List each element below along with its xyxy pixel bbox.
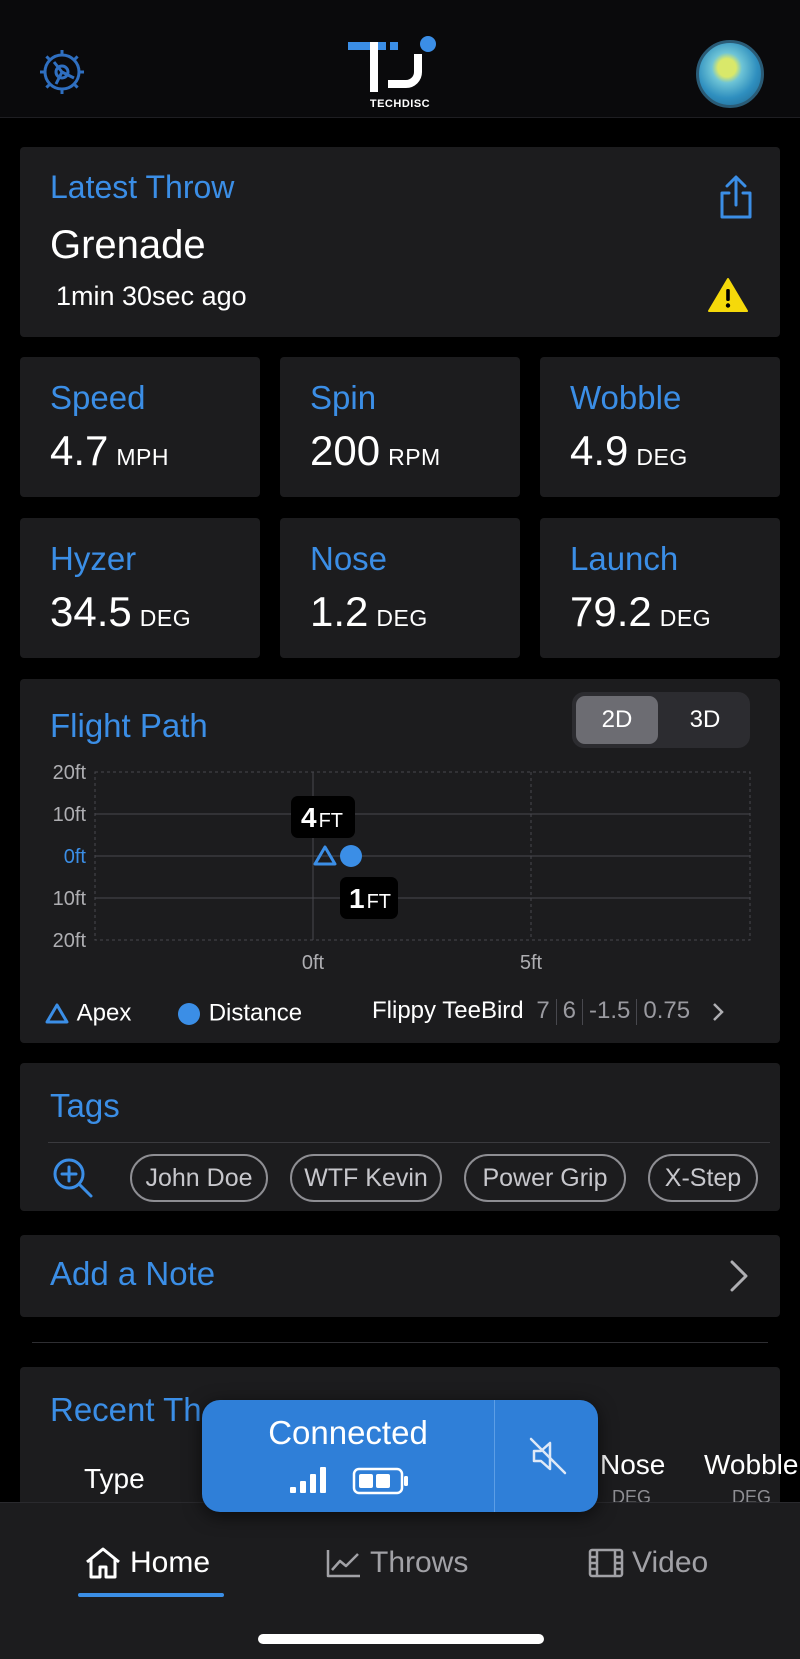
connection-status-pill[interactable]: Connected bbox=[202, 1400, 598, 1512]
metric-value: 1.2 DEG bbox=[310, 588, 428, 635]
column-nose: Nose bbox=[600, 1449, 666, 1480]
throw-time-ago: 1min 30sec ago bbox=[56, 281, 247, 311]
distance-unit: FT bbox=[367, 891, 391, 913]
plot-legend: Apex Distance bbox=[44, 999, 302, 1028]
metric-value: 200 RPM bbox=[310, 427, 441, 474]
disc-flight-numbers[interactable]: Flippy TeeBird 7 6 -1.5 0.75 bbox=[372, 997, 725, 1025]
legend-distance: Distance bbox=[208, 999, 303, 1027]
disc-name: Grenade bbox=[50, 223, 206, 267]
avatar[interactable] bbox=[696, 40, 764, 108]
techdisc-logo: TECHDISC bbox=[348, 36, 452, 112]
app-header: TECHDISC bbox=[0, 0, 800, 118]
legend-apex: Apex bbox=[76, 999, 132, 1027]
metric-wobble: Wobble 4.9 DEG bbox=[540, 357, 780, 497]
section-divider bbox=[32, 1342, 768, 1343]
distance-marker bbox=[340, 845, 362, 867]
metric-speed: Speed 4.7 MPH bbox=[20, 357, 260, 497]
tab-video-label: Video bbox=[632, 1546, 709, 1580]
distance-value: 1 bbox=[349, 883, 365, 914]
metric-value: 4.7 MPH bbox=[50, 427, 170, 474]
column-wobble: Wobble bbox=[704, 1449, 799, 1480]
tags-divider bbox=[48, 1142, 770, 1143]
distance-callout: 1 FT bbox=[340, 877, 398, 919]
disc-model: Flippy TeeBird bbox=[372, 997, 524, 1024]
chevron-right-icon bbox=[712, 1002, 724, 1021]
speaker-mute-icon[interactable] bbox=[528, 1436, 568, 1476]
y-tick: 10ft bbox=[53, 804, 87, 826]
metric-label: Wobble bbox=[570, 379, 682, 416]
metric-unit: DEG bbox=[636, 444, 688, 470]
metric-nose: Nose 1.2 DEG bbox=[280, 518, 520, 658]
metric-unit: MPH bbox=[116, 444, 170, 470]
metric-spin: Spin 200 RPM bbox=[280, 357, 520, 497]
metric-label: Hyzer bbox=[50, 540, 137, 577]
connection-status: Connected bbox=[268, 1414, 428, 1451]
metric-label: Speed bbox=[50, 379, 146, 416]
tab-home[interactable]: Home bbox=[84, 1545, 210, 1580]
metric-label: Nose bbox=[310, 540, 388, 577]
zoom-in-icon[interactable] bbox=[52, 1157, 94, 1199]
tags-title: Tags bbox=[50, 1087, 120, 1124]
y-tick-zero: 0ft bbox=[64, 846, 87, 868]
active-tab-indicator bbox=[78, 1593, 224, 1597]
metric-hyzer: Hyzer 34.5 DEG bbox=[20, 518, 260, 658]
metric-value: 4.9 DEG bbox=[570, 427, 688, 474]
battery-icon bbox=[352, 1467, 408, 1495]
y-tick: 20ft bbox=[53, 930, 87, 952]
chart-icon bbox=[326, 1550, 360, 1578]
pill-divider bbox=[494, 1400, 495, 1512]
y-tick: 20ft bbox=[53, 762, 87, 784]
add-note-label: Add a Note bbox=[50, 1255, 216, 1292]
chevron-right-icon bbox=[730, 1260, 748, 1292]
tag-chip[interactable]: Power Grip bbox=[464, 1154, 626, 1202]
recent-throws-title: Recent Th bbox=[50, 1391, 202, 1428]
latest-throw-label: Latest Throw bbox=[50, 169, 235, 205]
flight-path-card: Flight Path 2D 3D 20ft 10ft 0ft 10ft 20f… bbox=[20, 679, 780, 1043]
add-note-row[interactable]: Add a Note bbox=[20, 1235, 780, 1317]
gear-icon[interactable] bbox=[36, 46, 88, 98]
tab-throws[interactable]: Throws bbox=[326, 1545, 468, 1580]
tag-chip[interactable]: John Doe bbox=[130, 1154, 268, 1202]
disc-turn: -1.5 bbox=[589, 997, 631, 1024]
tag-chip[interactable]: WTF Kevin bbox=[290, 1154, 442, 1202]
metric-value: 79.2 DEG bbox=[570, 588, 712, 635]
apex-unit: FT bbox=[319, 810, 343, 832]
flight-path-plot: 20ft 10ft 0ft 10ft 20ft 0ft 5ft 4 FT 1 FT bbox=[53, 762, 751, 974]
metric-label: Launch bbox=[570, 540, 679, 577]
signal-icon bbox=[290, 1467, 326, 1493]
disc-speed: 7 bbox=[536, 997, 550, 1024]
home-indicator bbox=[258, 1634, 544, 1644]
column-type: Type bbox=[84, 1463, 145, 1494]
metric-unit: RPM bbox=[388, 444, 441, 470]
disc-fade: 0.75 bbox=[643, 997, 691, 1024]
share-icon[interactable] bbox=[716, 175, 756, 221]
x-tick: 0ft bbox=[302, 952, 325, 974]
metric-unit: DEG bbox=[139, 605, 192, 631]
x-tick: 5ft bbox=[520, 952, 543, 974]
logo-text: TECHDISC bbox=[369, 98, 431, 110]
metric-label: Spin bbox=[310, 379, 377, 416]
metric-launch: Launch 79.2 DEG bbox=[540, 518, 780, 658]
home-icon bbox=[86, 1547, 120, 1579]
apex-legend-icon bbox=[45, 1003, 69, 1024]
latest-throw-card[interactable]: Latest Throw Grenade 1min 30sec ago bbox=[20, 147, 780, 337]
tab-home-label: Home bbox=[130, 1546, 211, 1580]
metric-value: 34.5 DEG bbox=[50, 588, 192, 635]
tab-video[interactable]: Video bbox=[588, 1545, 708, 1580]
y-tick: 10ft bbox=[53, 888, 87, 910]
warning-icon[interactable] bbox=[708, 277, 748, 313]
disc-glide: 6 bbox=[562, 997, 577, 1024]
plot-grid bbox=[94, 771, 751, 941]
film-icon bbox=[588, 1548, 624, 1578]
tag-chip[interactable]: X-Step bbox=[648, 1154, 758, 1202]
tags-card: Tags John Doe WTF Kevin Power Grip X-Ste… bbox=[20, 1063, 780, 1211]
apex-value: 4 bbox=[301, 802, 317, 833]
distance-legend-icon bbox=[178, 1002, 201, 1025]
metric-unit: DEG bbox=[659, 605, 712, 631]
metric-unit: DEG bbox=[376, 605, 428, 631]
apex-callout: 4 FT bbox=[291, 796, 355, 838]
tab-throws-label: Throws bbox=[370, 1546, 469, 1580]
